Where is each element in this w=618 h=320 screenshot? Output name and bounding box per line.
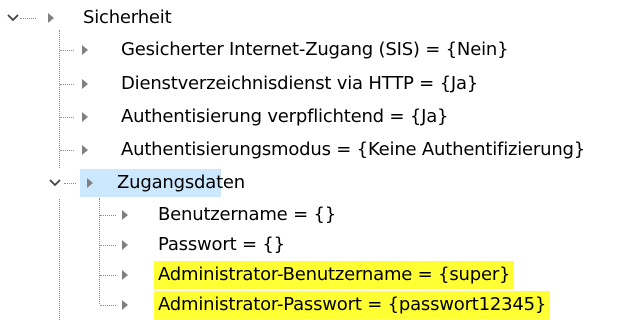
expand-arrow-icon[interactable] <box>44 3 58 33</box>
tree-node-zugangsdaten[interactable]: Zugangsdaten <box>0 168 618 198</box>
tree-guide-connector <box>20 18 36 19</box>
tree-guide-connector <box>60 117 74 118</box>
chevron-down-icon[interactable] <box>6 3 20 33</box>
tree-node-child[interactable]: Dienstverzeichnisdienst via HTTP = {Ja} <box>0 69 618 99</box>
tree-node-child[interactable]: Authentisierungsmodus = {Keine Authentif… <box>0 135 618 165</box>
tree-node-child[interactable]: Gesicherter Internet-Zugang (SIS) = {Nei… <box>0 35 618 65</box>
tree-label: Authentisierungsmodus = {Keine Authentif… <box>121 139 586 160</box>
expand-arrow-icon[interactable] <box>118 200 132 230</box>
expand-arrow-icon[interactable] <box>78 35 92 65</box>
chevron-down-icon[interactable] <box>48 168 62 198</box>
tree-guide-connector <box>60 150 74 151</box>
tree-guide-connector <box>100 305 116 306</box>
tree-node-sicherheit[interactable]: Sicherheit <box>0 3 618 33</box>
expand-arrow-icon[interactable] <box>78 135 92 165</box>
tree-label-highlighted: Administrator-Passwort = {passwort12345} <box>154 291 551 319</box>
tree-guide-connector <box>100 215 116 216</box>
tree-label-highlighted: Administrator-Benutzername = {super} <box>154 261 515 289</box>
expand-arrow-icon[interactable] <box>118 230 132 260</box>
tree-label: Sicherheit <box>83 7 172 28</box>
tree-label: Zugangsdaten <box>117 172 246 193</box>
tree-node-grandchild[interactable]: Administrator-Benutzername = {super} <box>0 260 618 290</box>
expand-arrow-icon[interactable] <box>78 69 92 99</box>
expand-arrow-icon[interactable] <box>118 260 132 290</box>
tree-label: Gesicherter Internet-Zugang (SIS) = {Nei… <box>121 39 509 60</box>
expand-arrow-icon[interactable] <box>78 102 92 132</box>
settings-tree: Sicherheit Gesicherter Internet-Zugang (… <box>0 0 618 320</box>
tree-node-child[interactable]: Authentisierung verpflichtend = {Ja} <box>0 102 618 132</box>
expand-arrow-icon[interactable] <box>118 290 132 320</box>
tree-label: Dienstverzeichnisdienst via HTTP = {Ja} <box>121 73 479 94</box>
tree-node-grandchild[interactable]: Administrator-Passwort = {passwort12345} <box>0 290 618 320</box>
tree-label-selected[interactable]: Zugangsdaten <box>80 169 245 197</box>
tree-label: Passwort = {} <box>158 234 285 255</box>
tree-guide-connector <box>64 183 76 184</box>
tree-guide-connector <box>60 84 74 85</box>
tree-guide-connector <box>60 50 74 51</box>
tree-label: Benutzername = {} <box>158 204 336 225</box>
tree-node-grandchild[interactable]: Passwort = {} <box>0 230 618 260</box>
tree-node-grandchild[interactable]: Benutzername = {} <box>0 200 618 230</box>
tree-guide-connector <box>100 275 116 276</box>
tree-guide-connector <box>100 245 116 246</box>
tree-label: Authentisierung verpflichtend = {Ja} <box>121 106 449 127</box>
